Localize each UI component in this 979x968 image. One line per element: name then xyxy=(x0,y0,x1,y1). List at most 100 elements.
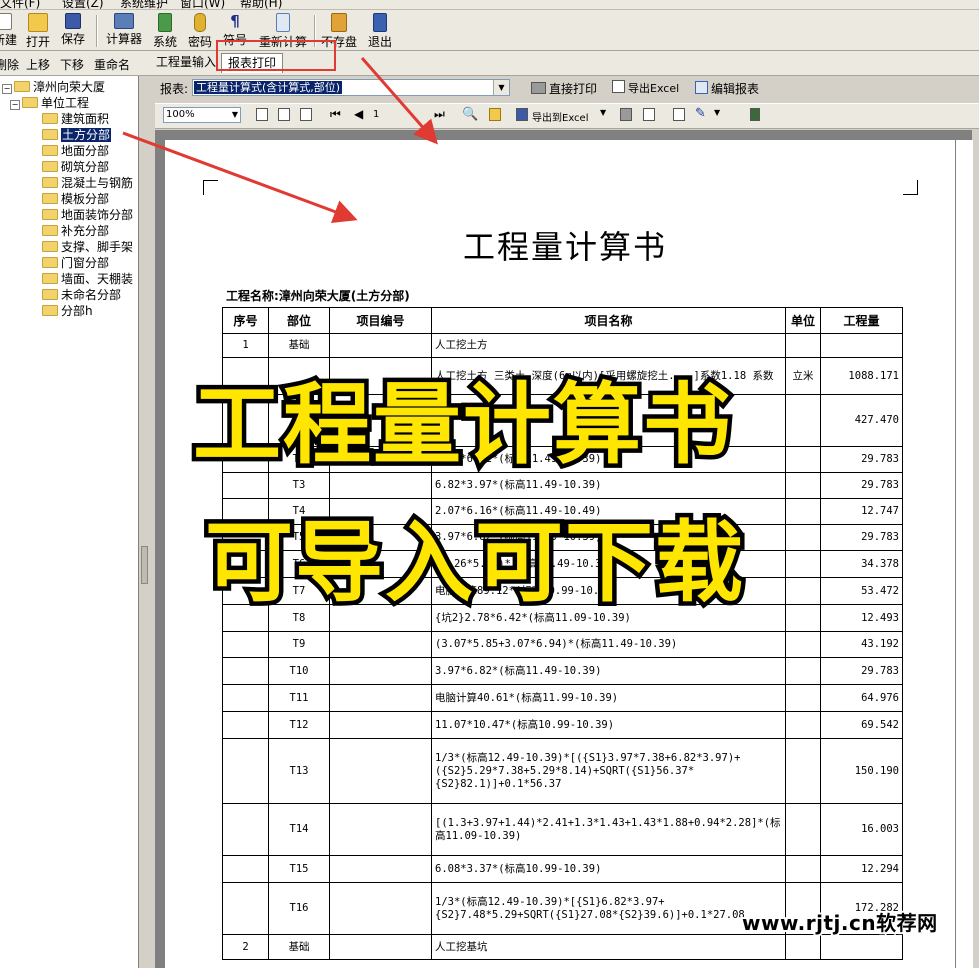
direct-print-button[interactable]: 直接打印 xyxy=(531,80,597,97)
tab-quantity-input[interactable]: 工程量输入 xyxy=(150,53,222,72)
tree-item-selected[interactable]: 土方分部 xyxy=(42,127,112,143)
last-page-icon[interactable]: ⏭ xyxy=(434,107,445,122)
cell-qty: 427.470 xyxy=(820,394,903,447)
pilcrow-icon: ¶ xyxy=(230,12,240,30)
menu-help[interactable]: 帮助(H) xyxy=(240,0,282,9)
table-header-row: 序号 部位 项目编号 项目名称 单位 工程量 xyxy=(222,307,903,334)
tree-item[interactable]: 未命名分部 xyxy=(42,287,121,303)
zoom-select[interactable]: 100% ▼ xyxy=(163,107,241,123)
tree-item[interactable]: 地面分部 xyxy=(42,143,109,159)
menu-window[interactable]: 窗口(W) xyxy=(180,0,225,9)
open-button[interactable]: 打开 xyxy=(24,13,52,50)
chevron-down-icon[interactable]: ▼ xyxy=(714,108,720,117)
cell-qty: 12.294 xyxy=(820,855,903,883)
move-down-button[interactable]: 下移 xyxy=(60,56,84,73)
menu-settings[interactable]: 设置(Z) xyxy=(62,0,104,9)
system-button[interactable]: 系统 xyxy=(150,13,180,50)
tree-item[interactable]: 墙面、天棚装 xyxy=(42,271,133,287)
open-folder-icon xyxy=(28,13,48,32)
new-file-icon xyxy=(0,13,12,30)
multi-page-icon[interactable] xyxy=(278,108,290,121)
export-to-excel-button[interactable]: 导出到Excel xyxy=(532,109,589,124)
table-row: T9 (3.07*5.85+3.07*6.94)*(标高11.49-10.39) 4… xyxy=(222,631,903,658)
cell-code xyxy=(329,882,432,935)
save-icon[interactable] xyxy=(516,108,528,121)
exit-door-icon xyxy=(373,13,387,32)
cell-qty: 16.003 xyxy=(820,803,903,856)
tree-item[interactable]: 混凝土与钢筋 xyxy=(42,175,133,191)
calculator-button[interactable]: 计算器 xyxy=(103,13,145,47)
folder-icon xyxy=(42,145,58,156)
close-preview-icon[interactable] xyxy=(750,108,760,121)
page-width-icon[interactable] xyxy=(300,108,312,121)
tree-item[interactable]: 支撑、脚手架 xyxy=(42,239,133,255)
chevron-down-icon[interactable]: ▼ xyxy=(493,80,509,95)
cell-unit xyxy=(785,657,821,685)
cell-no xyxy=(222,631,269,658)
cell-name: 11.07*10.47*(标高10.99-10.39) xyxy=(431,711,786,739)
overlay-subheadline: 可导入可下载 xyxy=(200,507,747,619)
folder-icon xyxy=(42,193,58,204)
rename-button[interactable]: 重命名 xyxy=(94,56,130,73)
tree-item[interactable]: 模板分部 xyxy=(42,191,109,207)
page-setup-icon[interactable] xyxy=(643,108,655,121)
export-icon xyxy=(612,80,625,93)
pane-splitter[interactable] xyxy=(139,76,149,968)
cell-unit xyxy=(785,711,821,739)
pen-color-icon[interactable]: ✎ xyxy=(695,106,706,121)
tree-root[interactable]: − 漳州向荣大厦 xyxy=(2,79,105,95)
tree-item[interactable]: 砌筑分部 xyxy=(42,159,109,175)
tree-unit[interactable]: − 单位工程 xyxy=(10,95,89,111)
chevron-down-icon[interactable]: ▼ xyxy=(600,108,606,117)
exit-button[interactable]: 退出 xyxy=(365,13,395,50)
export-excel-button[interactable]: 导出Excel xyxy=(612,80,679,96)
cell-code xyxy=(329,657,432,685)
cell-unit xyxy=(785,577,821,605)
frame-icon[interactable] xyxy=(673,108,685,121)
new-button[interactable]: 新建 xyxy=(0,13,18,48)
move-up-button[interactable]: 上移 xyxy=(26,56,50,73)
tree-item[interactable]: 建筑面积 xyxy=(42,111,109,127)
splitter-grip[interactable] xyxy=(141,546,148,584)
next-page-edge xyxy=(955,140,973,968)
chevron-down-icon[interactable]: ▼ xyxy=(232,108,238,122)
folder-icon xyxy=(22,97,38,108)
tree-item[interactable]: 门窗分部 xyxy=(42,255,109,271)
delete-node-button[interactable]: 删除 xyxy=(0,56,19,73)
key-icon xyxy=(194,13,206,32)
column-header: 序号 xyxy=(222,307,269,334)
cell-no xyxy=(222,803,269,856)
prev-page-icon[interactable]: ◀ xyxy=(354,107,363,121)
tree-item[interactable]: 分部h xyxy=(42,303,93,319)
tree-item[interactable]: 补充分部 xyxy=(42,223,109,239)
project-name: 工程名称:漳州向荣大厦(土方分部) xyxy=(226,289,410,303)
save-disk-icon xyxy=(65,13,81,29)
folder-icon xyxy=(42,273,58,284)
cell-unit xyxy=(785,446,821,473)
cell-name: 1/3*(标高12.49-10.39)*[{S1}6.82*3.97+{S2}7… xyxy=(431,882,786,935)
folder-icon xyxy=(42,161,58,172)
cell-code xyxy=(329,711,432,739)
cell-code xyxy=(329,934,432,960)
first-page-icon[interactable]: ⏮ xyxy=(330,107,341,122)
find-icon[interactable]: 🔍 xyxy=(462,107,478,122)
tree-item[interactable]: 地面装饰分部 xyxy=(42,207,133,223)
single-page-icon[interactable] xyxy=(256,108,268,121)
open-icon[interactable] xyxy=(489,108,501,121)
edit-report-button[interactable]: 编辑报表 xyxy=(695,80,759,97)
password-button[interactable]: 密码 xyxy=(186,13,214,50)
menu-maintenance[interactable]: 系统维护 xyxy=(120,0,168,9)
report-select[interactable]: 工程量计算式(含计算式,部位) ▼ xyxy=(192,79,510,96)
cell-unit xyxy=(785,604,821,632)
cell-qty: 64.976 xyxy=(820,684,903,712)
save-button[interactable]: 保存 xyxy=(58,13,88,47)
cell-qty: 29.783 xyxy=(820,524,903,551)
print-icon[interactable] xyxy=(620,108,632,121)
cell-unit: 立米 xyxy=(785,357,821,395)
menu-file[interactable]: 文件(F) xyxy=(0,0,40,9)
cell-code xyxy=(329,855,432,883)
cell-unit xyxy=(785,803,821,856)
page-number[interactable]: 1 xyxy=(373,109,379,120)
cell-no xyxy=(222,855,269,883)
cell-part: 基础 xyxy=(268,934,330,960)
